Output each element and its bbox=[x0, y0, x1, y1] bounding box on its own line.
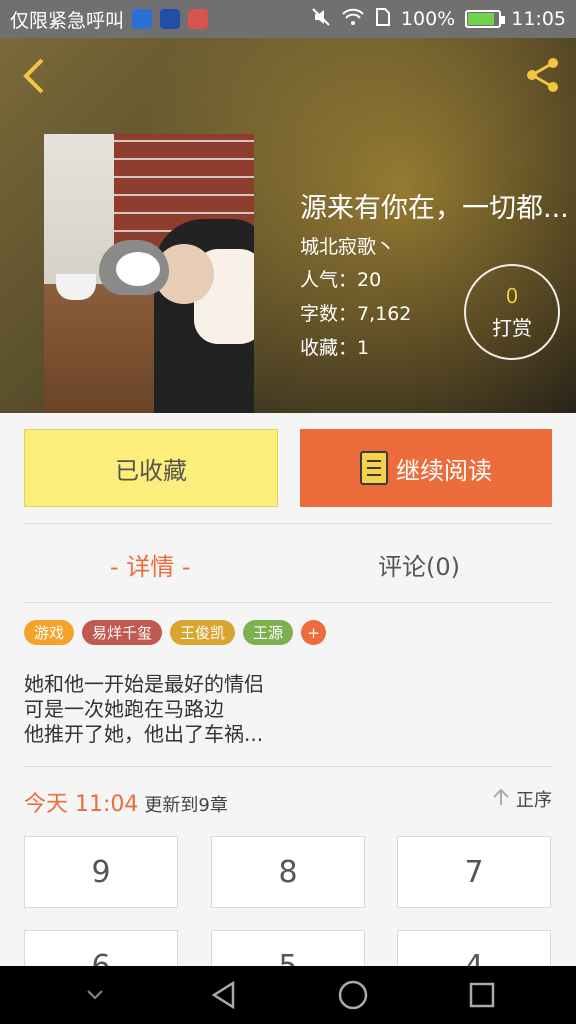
triangle-back-icon bbox=[211, 980, 234, 1010]
update-text: 更新到9章 bbox=[144, 795, 228, 816]
mute-icon bbox=[311, 7, 331, 32]
description-line: 他推开了她，他出了车祸... bbox=[24, 722, 264, 746]
back-button[interactable] bbox=[14, 54, 54, 98]
tip-label: 打赏 bbox=[492, 315, 532, 340]
book-author[interactable]: 城北寂歌丶 bbox=[300, 232, 395, 259]
app-notification-icon bbox=[132, 9, 153, 29]
tag-game[interactable]: 游戏 bbox=[24, 620, 75, 645]
add-tag-button[interactable]: + bbox=[301, 620, 327, 645]
book-popularity: 人气：20 bbox=[300, 269, 382, 291]
book-description[interactable]: 她和他一开始是最好的情侣 可是一次她跑在马路边 他推开了她，他出了车祸... bbox=[24, 672, 264, 747]
tag-list: 游戏 易烊千玺 王俊凯 王源 + bbox=[24, 620, 327, 645]
book-cover-image[interactable] bbox=[44, 134, 254, 413]
description-line: 可是一次她跑在马路边 bbox=[24, 697, 224, 721]
tab-details[interactable]: - 详情 - bbox=[110, 544, 191, 584]
collected-button[interactable]: 已收藏 bbox=[24, 429, 278, 507]
clock: 11:05 bbox=[511, 8, 566, 30]
battery-percent: 100% bbox=[400, 8, 456, 30]
back-nav-button[interactable] bbox=[196, 966, 252, 1024]
book-icon bbox=[360, 451, 388, 485]
battery-icon bbox=[465, 10, 506, 28]
wifi-icon bbox=[341, 7, 365, 32]
sim-icon bbox=[375, 7, 391, 32]
tag-yiyangqianxi[interactable]: 易烊千玺 bbox=[82, 620, 163, 645]
divider bbox=[24, 766, 552, 767]
chapter-button[interactable]: 9 bbox=[24, 836, 178, 908]
tag-wangjunkai[interactable]: 王俊凯 bbox=[170, 620, 236, 645]
carrier-text: 仅限紧急呼叫 bbox=[10, 9, 125, 32]
chapter-button[interactable]: 7 bbox=[397, 836, 551, 908]
sort-toggle[interactable]: 正序 bbox=[492, 786, 552, 812]
home-nav-button[interactable] bbox=[325, 966, 381, 1024]
app-notification-icon bbox=[188, 9, 209, 29]
continue-reading-label: 继续阅读 bbox=[396, 456, 492, 485]
description-line: 她和他一开始是最好的情侣 bbox=[24, 672, 264, 696]
book-favorites: 收藏：1 bbox=[300, 337, 370, 359]
tip-count: 0 bbox=[505, 283, 519, 308]
sort-label: 正序 bbox=[516, 790, 552, 811]
book-word-count: 字数：7,162 bbox=[300, 303, 412, 325]
status-left: 仅限紧急呼叫 bbox=[10, 6, 209, 33]
tip-button[interactable]: 0 打赏 bbox=[464, 264, 560, 360]
recents-nav-button[interactable] bbox=[454, 966, 510, 1024]
circle-home-icon bbox=[338, 980, 367, 1010]
arrow-up-icon bbox=[492, 787, 510, 812]
divider bbox=[24, 523, 552, 524]
chevron-down-icon bbox=[86, 990, 103, 1000]
app-notification-icon bbox=[160, 9, 181, 29]
continue-reading-button[interactable]: 继续阅读 bbox=[300, 429, 552, 507]
book-header: 源来有你在，一切都... 城北寂歌丶 人气：20 字数：7,162 收藏：1 0… bbox=[0, 38, 576, 413]
collapse-button[interactable] bbox=[67, 966, 123, 1024]
collected-label: 已收藏 bbox=[115, 456, 187, 485]
tab-comments[interactable]: 评论(0) bbox=[378, 544, 460, 584]
status-bar: 仅限紧急呼叫 100% 11:05 bbox=[0, 0, 576, 38]
square-recents-icon bbox=[469, 982, 494, 1008]
update-date: 今天 11:04 bbox=[24, 792, 139, 817]
chapter-button[interactable]: 8 bbox=[211, 836, 365, 908]
status-right: 100% 11:05 bbox=[311, 7, 566, 32]
share-button[interactable] bbox=[520, 52, 566, 98]
divider bbox=[24, 602, 552, 603]
tag-wangyuan[interactable]: 王源 bbox=[243, 620, 294, 645]
system-navigation-bar bbox=[0, 966, 576, 1024]
book-title: 源来有你在，一切都... bbox=[300, 193, 569, 224]
update-info: 今天 11:04 更新到9章 bbox=[24, 786, 228, 818]
